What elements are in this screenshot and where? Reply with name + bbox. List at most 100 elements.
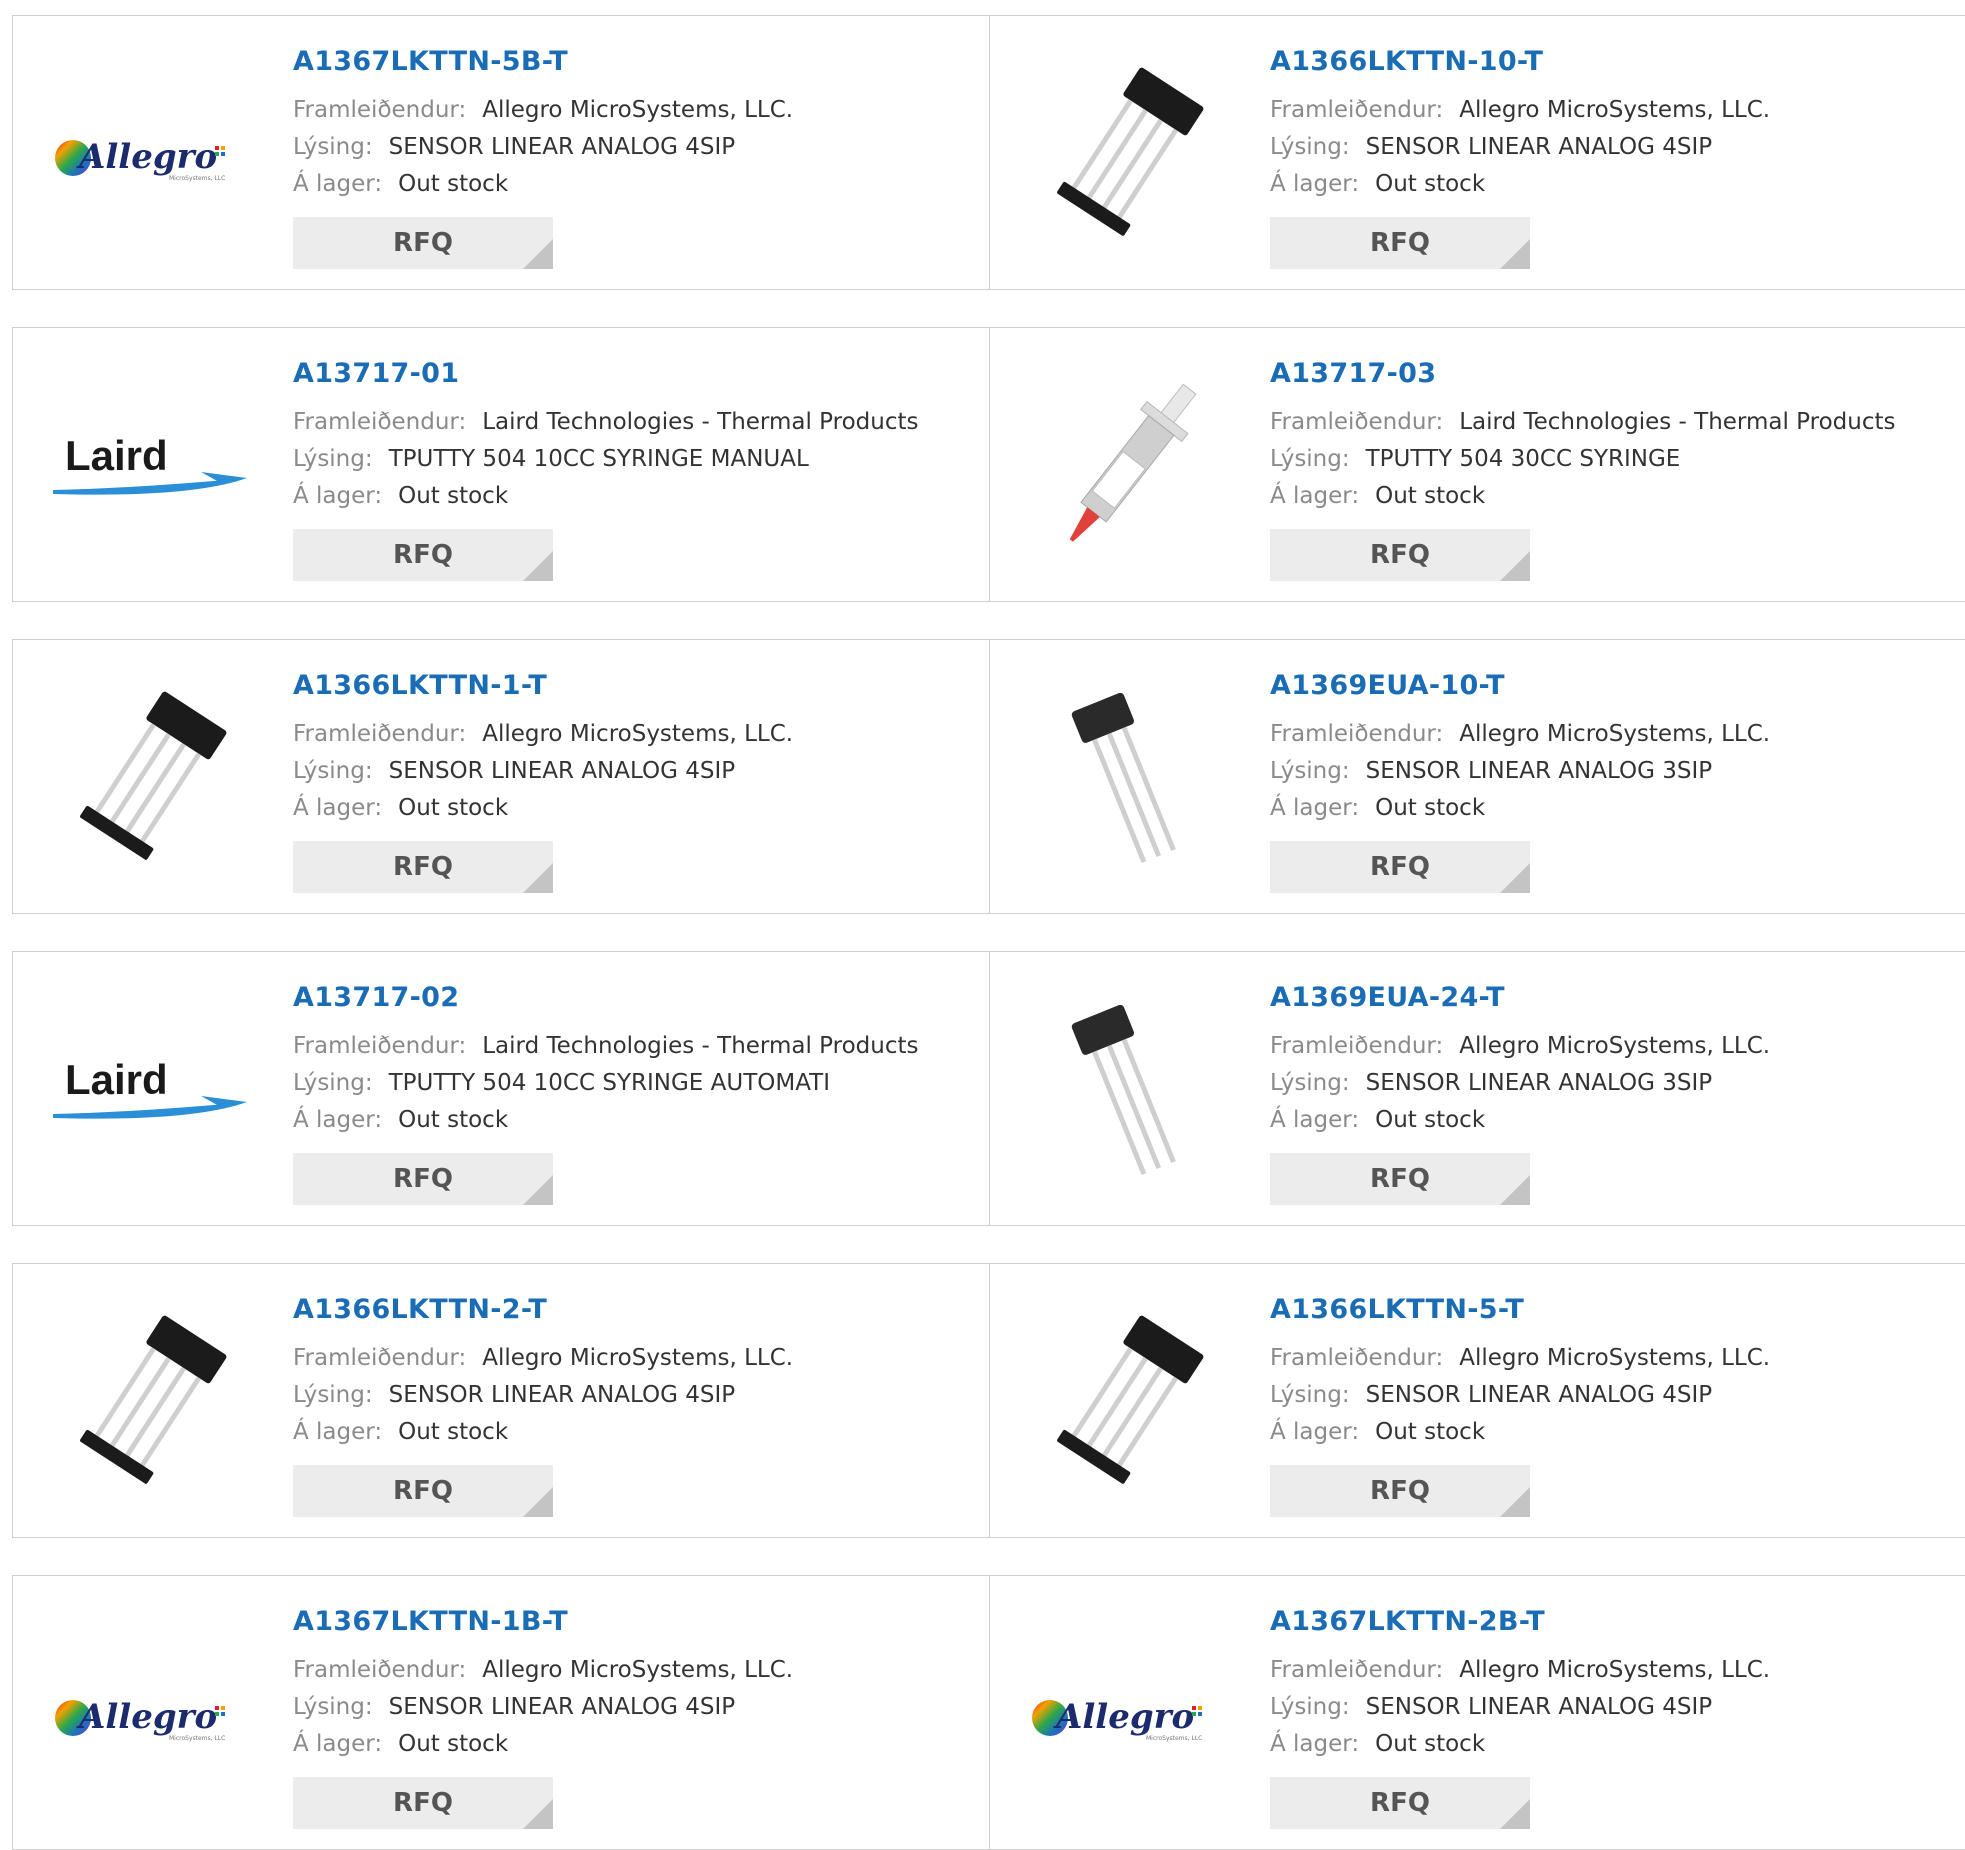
rfq-button[interactable]: RFQ bbox=[1270, 1777, 1530, 1829]
manufacturer-row: Framleiðendur: Allegro MicroSystems, LLC. bbox=[1270, 1657, 1770, 1683]
manufacturer-label: Framleiðendur: bbox=[1270, 1657, 1444, 1683]
part-number-link[interactable]: A1366LKTTN-5-T bbox=[1270, 1294, 1524, 1325]
stock-row: Á lager: Out stock bbox=[1270, 483, 1485, 509]
stock-row: Á lager: Out stock bbox=[1270, 1731, 1485, 1757]
stock-label: Á lager: bbox=[293, 1419, 383, 1445]
stock-row: Á lager: Out stock bbox=[293, 1731, 508, 1757]
description-row: Lýsing: SENSOR LINEAR ANALOG 4SIP bbox=[293, 758, 735, 784]
rfq-label: RFQ bbox=[393, 1788, 453, 1818]
manufacturer-value: Allegro MicroSystems, LLC. bbox=[1459, 1033, 1771, 1059]
rfq-button[interactable]: RFQ bbox=[1270, 1153, 1530, 1205]
product-image[interactable] bbox=[51, 1304, 251, 1504]
manufacturer-value: Allegro MicroSystems, LLC. bbox=[482, 97, 794, 123]
product-image[interactable] bbox=[1028, 992, 1228, 1192]
manufacturer-row: Framleiðendur: Allegro MicroSystems, LLC. bbox=[293, 721, 793, 747]
description-row: Lýsing: SENSOR LINEAR ANALOG 4SIP bbox=[1270, 1382, 1712, 1408]
rfq-button[interactable]: RFQ bbox=[1270, 1465, 1530, 1517]
rfq-label: RFQ bbox=[393, 540, 453, 570]
product-image[interactable] bbox=[1028, 680, 1228, 880]
description-value: SENSOR LINEAR ANALOG 4SIP bbox=[1365, 1382, 1713, 1408]
rfq-button[interactable]: RFQ bbox=[293, 217, 553, 269]
stock-row: Á lager: Out stock bbox=[293, 1419, 508, 1445]
manufacturer-value: Allegro MicroSystems, LLC. bbox=[1459, 1345, 1771, 1371]
rfq-button[interactable]: RFQ bbox=[293, 1777, 553, 1829]
part-number-link[interactable]: A1367LKTTN-2B-T bbox=[1270, 1606, 1545, 1637]
part-number-link[interactable]: A13717-01 bbox=[293, 358, 459, 389]
product-card: A1366LKTTN-1-T Framleiðendur: Allegro Mic… bbox=[12, 639, 991, 914]
rfq-button[interactable]: RFQ bbox=[1270, 529, 1530, 581]
description-label: Lýsing: bbox=[293, 134, 373, 160]
product-image[interactable]: Allegro MicroSystems, LLC bbox=[51, 1616, 251, 1816]
rfq-label: RFQ bbox=[1370, 228, 1430, 258]
stock-row: Á lager: Out stock bbox=[1270, 1419, 1485, 1445]
description-row: Lýsing: SENSOR LINEAR ANALOG 3SIP bbox=[1270, 1070, 1712, 1096]
rfq-button[interactable]: RFQ bbox=[293, 1465, 553, 1517]
corner-triangle-icon bbox=[523, 1487, 553, 1517]
allegro-logo: Allegro MicroSystems, LLC bbox=[1032, 1697, 1202, 1742]
part-number-link[interactable]: A13717-03 bbox=[1270, 358, 1436, 389]
description-value: SENSOR LINEAR ANALOG 3SIP bbox=[1365, 758, 1713, 784]
stock-label: Á lager: bbox=[1270, 1419, 1360, 1445]
part-number-link[interactable]: A13717-02 bbox=[293, 982, 459, 1013]
product-card: Laird A13717-02 Framleiðendur: Laird Tech… bbox=[12, 951, 991, 1226]
part-number-link[interactable]: A1367LKTTN-1B-T bbox=[293, 1606, 568, 1637]
stock-label: Á lager: bbox=[1270, 1731, 1360, 1757]
manufacturer-value: Allegro MicroSystems, LLC. bbox=[482, 1657, 794, 1683]
part-number-link[interactable]: A1366LKTTN-10-T bbox=[1270, 46, 1543, 77]
rfq-button[interactable]: RFQ bbox=[1270, 841, 1530, 893]
product-image[interactable]: Laird bbox=[51, 368, 251, 568]
sip4-chip-image bbox=[1057, 67, 1204, 236]
part-number-link[interactable]: A1366LKTTN-1-T bbox=[293, 670, 547, 701]
corner-triangle-icon bbox=[1500, 551, 1530, 581]
stock-label: Á lager: bbox=[1270, 1107, 1360, 1133]
part-number-link[interactable]: A1369EUA-10-T bbox=[1270, 670, 1505, 701]
product-image[interactable]: Allegro MicroSystems, LLC bbox=[51, 56, 251, 256]
product-card: A1366LKTTN-10-T Framleiðendur: Allegro Mi… bbox=[989, 15, 1965, 290]
rfq-button[interactable]: RFQ bbox=[293, 841, 553, 893]
part-number-link[interactable]: A1366LKTTN-2-T bbox=[293, 1294, 547, 1325]
laird-logo-text: Laird bbox=[65, 1056, 168, 1103]
product-image[interactable] bbox=[1028, 56, 1228, 256]
product-image[interactable] bbox=[1028, 368, 1228, 568]
manufacturer-label: Framleiðendur: bbox=[293, 1345, 467, 1371]
rfq-button[interactable]: RFQ bbox=[1270, 217, 1530, 269]
rfq-button[interactable]: RFQ bbox=[293, 529, 553, 581]
rfq-button[interactable]: RFQ bbox=[293, 1153, 553, 1205]
manufacturer-label: Framleiðendur: bbox=[1270, 1345, 1444, 1371]
description-label: Lýsing: bbox=[293, 446, 373, 472]
product-image[interactable]: Allegro MicroSystems, LLC bbox=[1028, 1616, 1228, 1816]
sip3-chip-image bbox=[1071, 1004, 1176, 1175]
stock-value: Out stock bbox=[398, 483, 509, 509]
manufacturer-value: Allegro MicroSystems, LLC. bbox=[1459, 97, 1771, 123]
rfq-label: RFQ bbox=[1370, 1476, 1430, 1506]
manufacturer-value: Laird Technologies - Thermal Products bbox=[482, 409, 919, 435]
stock-label: Á lager: bbox=[1270, 171, 1360, 197]
description-row: Lýsing: TPUTTY 504 10CC SYRINGE MANUAL bbox=[293, 446, 809, 472]
sip3-chip-image bbox=[1071, 692, 1176, 863]
syringe-image bbox=[1069, 383, 1197, 542]
manufacturer-value: Laird Technologies - Thermal Products bbox=[1459, 409, 1896, 435]
description-row: Lýsing: SENSOR LINEAR ANALOG 4SIP bbox=[293, 1694, 735, 1720]
part-number-link[interactable]: A1369EUA-24-T bbox=[1270, 982, 1505, 1013]
manufacturer-label: Framleiðendur: bbox=[1270, 409, 1444, 435]
manufacturer-row: Framleiðendur: Allegro MicroSystems, LLC. bbox=[293, 97, 793, 123]
product-image[interactable]: Laird bbox=[51, 992, 251, 1192]
stock-label: Á lager: bbox=[293, 171, 383, 197]
product-card: Allegro MicroSystems, LLC A1367LKTTN-5B-… bbox=[12, 15, 991, 290]
description-row: Lýsing: SENSOR LINEAR ANALOG 4SIP bbox=[293, 1382, 735, 1408]
stock-value: Out stock bbox=[398, 795, 509, 821]
description-label: Lýsing: bbox=[293, 1694, 373, 1720]
manufacturer-label: Framleiðendur: bbox=[293, 1033, 467, 1059]
manufacturer-row: Framleiðendur: Allegro MicroSystems, LLC. bbox=[1270, 1345, 1770, 1371]
product-image[interactable] bbox=[1028, 1304, 1228, 1504]
corner-triangle-icon bbox=[1500, 239, 1530, 269]
product-image[interactable] bbox=[51, 680, 251, 880]
manufacturer-row: Framleiðendur: Laird Technologies - Therm… bbox=[293, 409, 919, 435]
description-label: Lýsing: bbox=[1270, 1694, 1350, 1720]
part-number-link[interactable]: A1367LKTTN-5B-T bbox=[293, 46, 568, 77]
manufacturer-row: Framleiðendur: Laird Technologies - Therm… bbox=[293, 1033, 919, 1059]
description-label: Lýsing: bbox=[1270, 446, 1350, 472]
description-label: Lýsing: bbox=[1270, 134, 1350, 160]
rfq-label: RFQ bbox=[1370, 852, 1430, 882]
manufacturer-row: Framleiðendur: Laird Technologies - Therm… bbox=[1270, 409, 1896, 435]
